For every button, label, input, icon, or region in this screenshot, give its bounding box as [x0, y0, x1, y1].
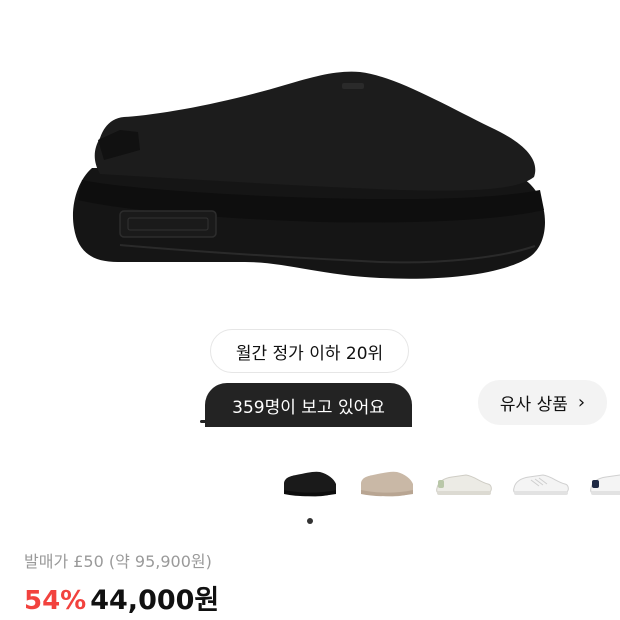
monthly-rank-badge: 월간 정가 이하 20위 — [210, 329, 409, 373]
carousel-indicator-dot — [307, 518, 313, 524]
thumbnail-white-sneaker-green[interactable] — [432, 462, 496, 507]
similar-products-label: 유사 상품 — [499, 395, 568, 415]
beige-clog-shoe-icon — [361, 471, 413, 497]
thumbnail-strip[interactable] — [0, 462, 620, 507]
viewers-badge-text: 359명이 보고 있어요 — [232, 397, 385, 418]
sale-price: 44,000원 — [90, 585, 220, 616]
black-clog-shoe-icon — [72, 71, 545, 279]
chevron-right-icon: › — [577, 392, 586, 413]
sale-price-row: 54% 44,000원 — [24, 578, 219, 617]
similar-products-button[interactable]: 유사 상품 › — [478, 380, 607, 425]
viewers-badge-tail — [200, 420, 230, 423]
white-sneaker-navy-heel-icon — [590, 474, 620, 495]
black-clog-shoe-icon — [284, 471, 336, 497]
discount-rate: 54% — [24, 586, 87, 616]
white-sneaker-icon — [513, 474, 569, 495]
product-image[interactable] — [0, 0, 620, 300]
thumbnail-beige-clog[interactable] — [355, 462, 419, 507]
thumbnail-white-sneaker[interactable] — [509, 462, 573, 507]
original-price: 발매가 £50 (약 95,900원) — [24, 552, 212, 571]
thumbnail-black-clog[interactable] — [278, 462, 342, 507]
rank-badge-text: 월간 정가 이하 20위 — [235, 343, 384, 364]
thumbnail-white-sneaker-navy[interactable] — [586, 462, 620, 507]
white-sneaker-green-heel-icon — [436, 474, 492, 495]
viewers-badge: 359명이 보고 있어요 — [205, 383, 412, 427]
